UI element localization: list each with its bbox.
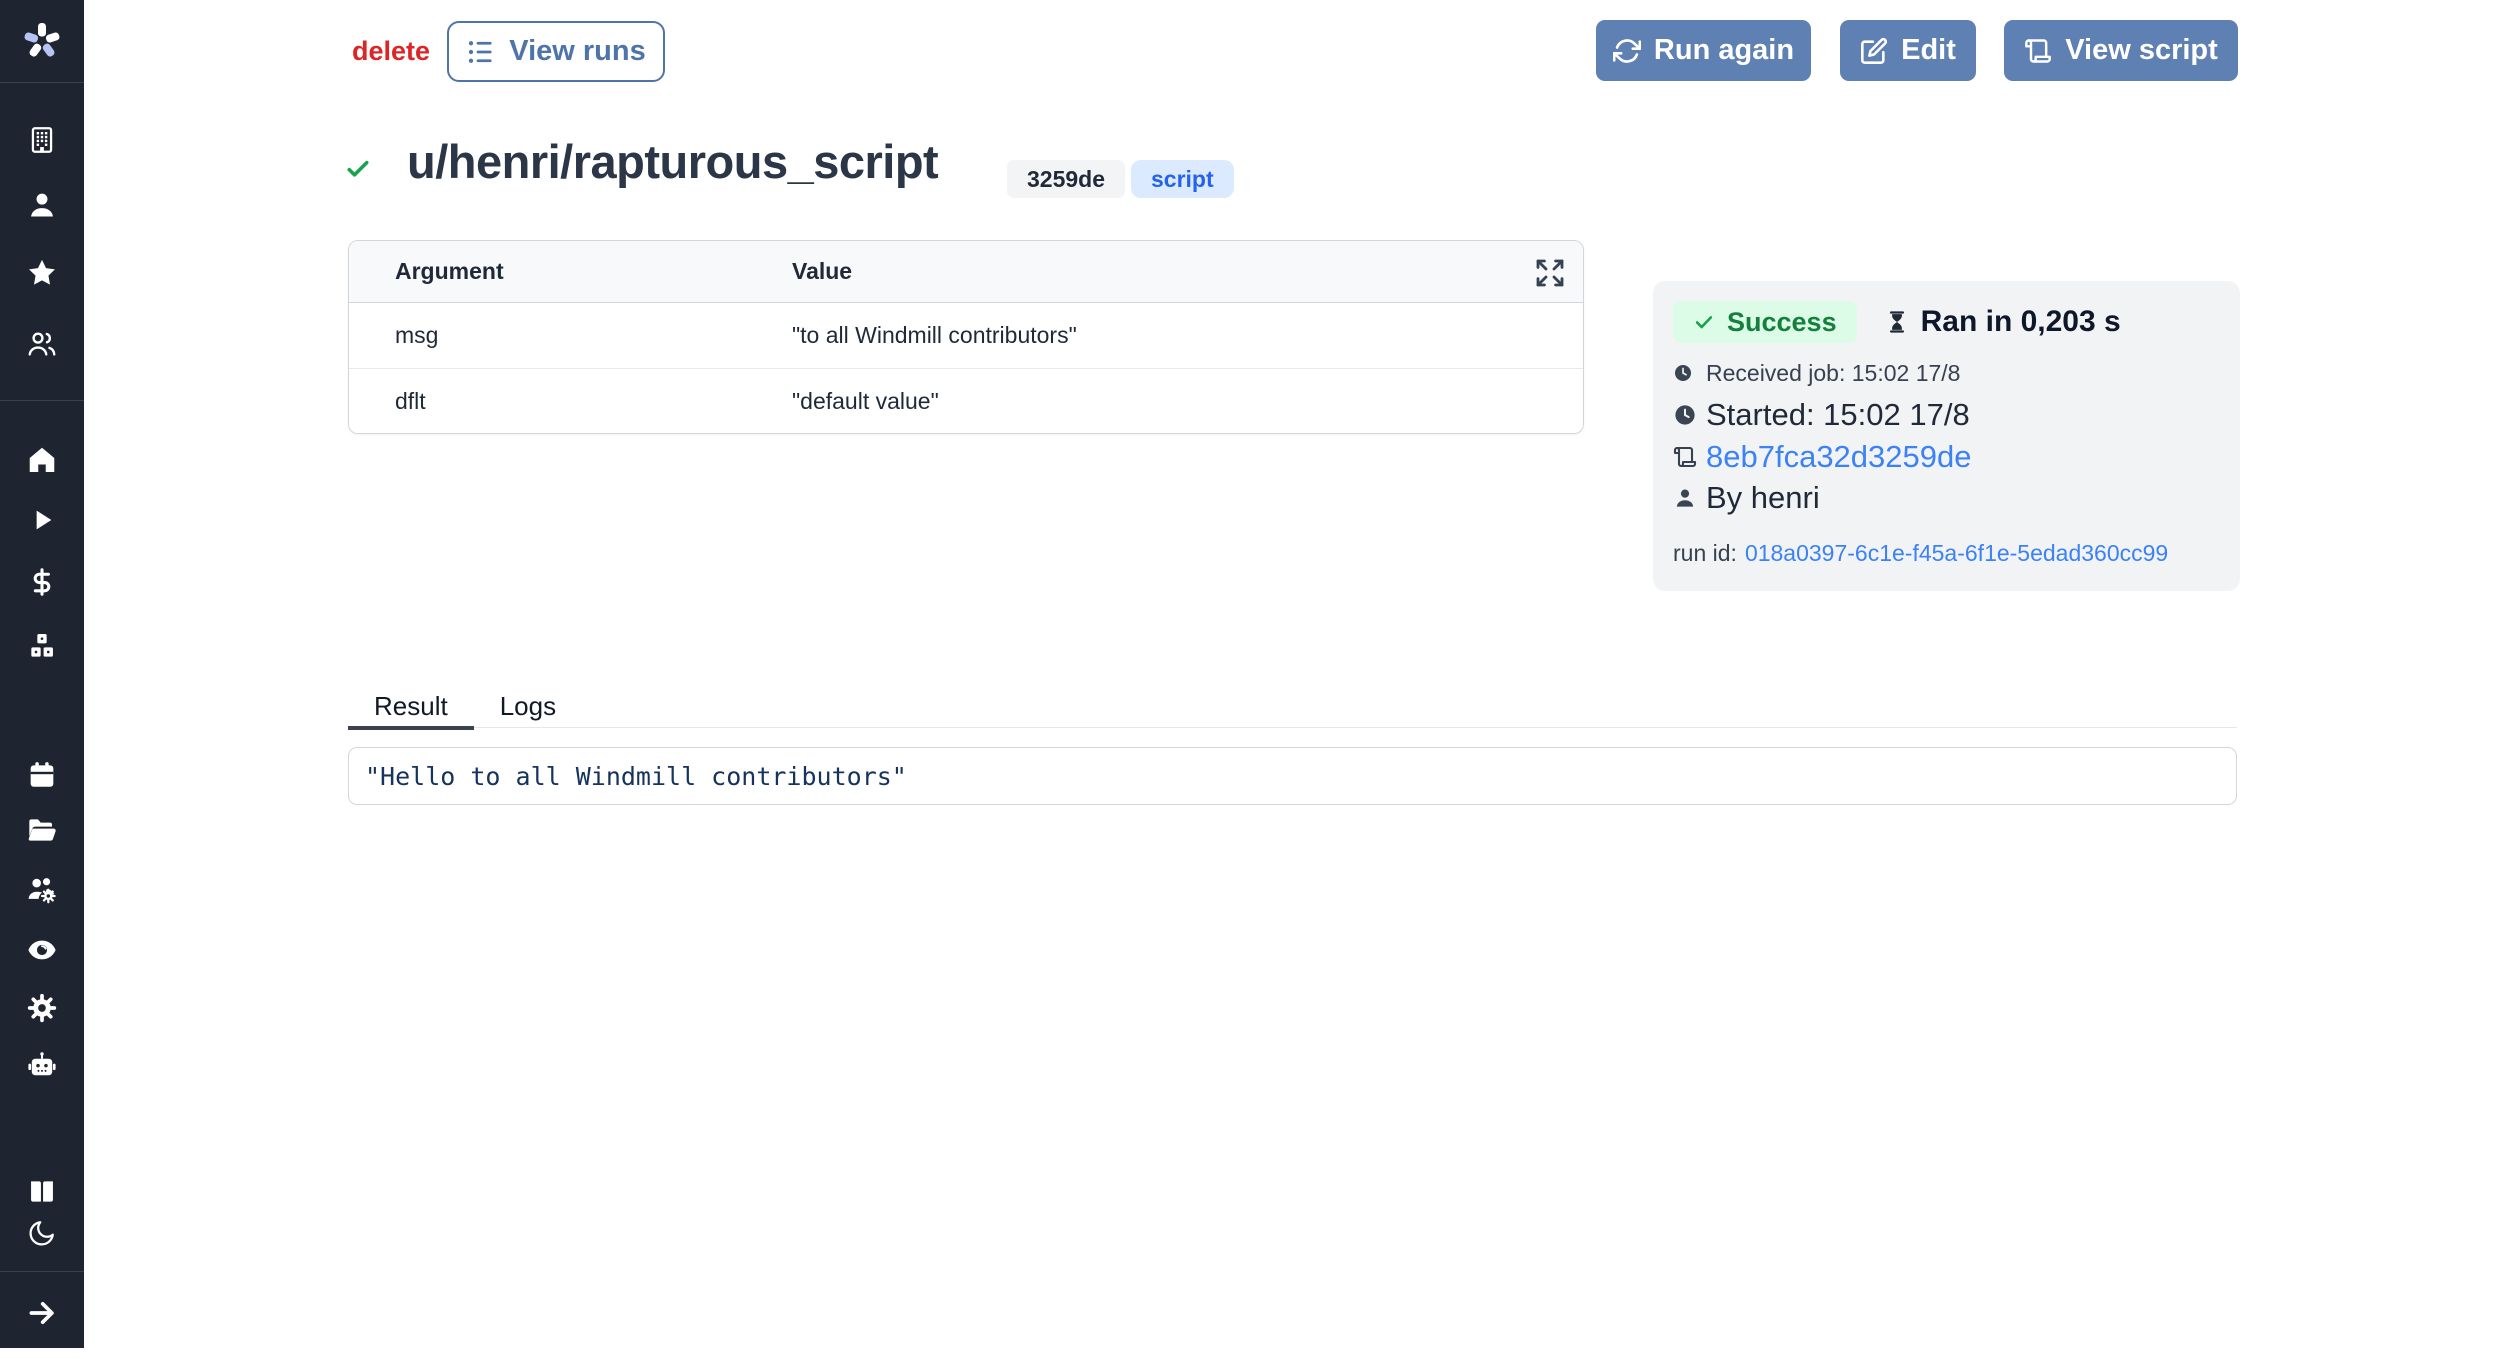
sidebar-item-workspace[interactable]	[0, 116, 84, 164]
expand-icon	[1534, 257, 1566, 289]
result-output-box: "Hello to all Windmill contributors"	[348, 747, 2237, 805]
run-again-button[interactable]: Run again	[1596, 20, 1811, 81]
arguments-table-header: Argument Value	[349, 241, 1583, 303]
windmill-logo[interactable]	[0, 0, 84, 83]
sidebar-item-home[interactable]	[0, 436, 84, 484]
view-runs-label: View runs	[509, 35, 645, 68]
column-value: Value	[746, 258, 1583, 285]
sidebar-item-schedules[interactable]	[0, 751, 84, 799]
view-runs-button[interactable]: View runs	[447, 21, 665, 82]
robot-icon	[25, 1050, 59, 1084]
tab-logs[interactable]: Logs	[474, 684, 582, 728]
run-id-link[interactable]: 018a0397-6c1e-f45a-6f1e-5edad360cc99	[1745, 540, 2168, 567]
run-id-label: run id:	[1673, 540, 1737, 567]
view-script-button[interactable]: View script	[2004, 20, 2238, 81]
building-icon	[26, 124, 58, 156]
arrow-right-icon	[25, 1296, 59, 1330]
windmill-logo-icon	[20, 19, 64, 63]
argument-value: "default value"	[746, 388, 1583, 415]
runtime: Ran in 0,203 s	[1884, 305, 2121, 339]
check-icon	[1693, 311, 1715, 333]
edit-button[interactable]: Edit	[1840, 20, 1976, 81]
delete-button[interactable]: delete	[352, 36, 430, 67]
received-label: Received job: 15:02 17/8	[1706, 360, 1960, 387]
sidebar-item-settings[interactable]	[0, 984, 84, 1032]
folder-open-icon	[26, 814, 58, 846]
user-icon	[26, 189, 58, 221]
sidebar	[0, 0, 84, 1348]
sidebar-item-docs[interactable]	[0, 1167, 84, 1215]
received-row: Received job: 15:02 17/8	[1673, 359, 1960, 387]
refresh-icon	[1613, 37, 1641, 65]
status-label: Success	[1727, 307, 1837, 338]
users-gear-icon	[26, 874, 58, 906]
edit-label: Edit	[1901, 34, 1956, 67]
calendar-icon	[26, 759, 58, 791]
app-root: delete View runs Run again Edit	[0, 0, 2500, 1359]
edit-pencil-icon	[1860, 37, 1888, 65]
job-status-card: Success Ran in 0,203 s Received job: 15:…	[1653, 281, 2240, 591]
success-check-icon	[344, 155, 372, 188]
started-row: Started: 15:02 17/8	[1673, 397, 1970, 433]
users-icon	[26, 328, 58, 360]
script-hash-link[interactable]: 8eb7fca32d3259de	[1706, 439, 1971, 475]
started-label: Started: 15:02 17/8	[1706, 397, 1970, 433]
sidebar-item-runs[interactable]	[0, 496, 84, 544]
status-row: Success Ran in 0,203 s	[1673, 300, 2121, 344]
run-id-row: run id: 018a0397-6c1e-f45a-6f1e-5edad360…	[1673, 539, 2168, 567]
sidebar-item-folders[interactable]	[0, 806, 84, 854]
home-icon	[26, 444, 58, 476]
arguments-table: Argument Value msg "to all Windmill cont…	[348, 240, 1584, 434]
list-icon	[466, 37, 496, 67]
runtime-label: Ran in 0,203 s	[1921, 305, 2121, 339]
sidebar-item-resources[interactable]	[0, 622, 84, 670]
status-badge: Success	[1673, 301, 1857, 343]
run-again-label: Run again	[1654, 34, 1794, 67]
scroll-icon	[1673, 445, 1697, 469]
dollar-icon	[26, 566, 58, 598]
play-icon	[26, 504, 58, 536]
view-script-label: View script	[2065, 34, 2218, 67]
argument-name: msg	[349, 322, 746, 349]
sidebar-item-variables[interactable]	[0, 558, 84, 606]
star-icon	[26, 257, 58, 289]
book-icon	[26, 1175, 58, 1207]
triggered-by-row: By henri	[1673, 480, 1820, 516]
sidebar-divider	[0, 400, 84, 401]
cubes-icon	[26, 630, 58, 662]
eye-icon	[26, 934, 58, 966]
sidebar-item-dark-mode[interactable]	[0, 1209, 84, 1257]
sidebar-divider	[0, 1271, 84, 1272]
column-argument: Argument	[349, 258, 746, 285]
hourglass-icon	[1884, 309, 1910, 335]
result-tabs: Result Logs	[348, 684, 2237, 728]
table-row: dflt "default value"	[349, 368, 1583, 433]
scroll-icon	[2024, 37, 2052, 65]
moon-icon	[27, 1218, 57, 1248]
hash-badge: 3259de	[1007, 160, 1125, 198]
sidebar-item-ai[interactable]	[0, 1043, 84, 1091]
clock-icon	[1673, 363, 1693, 383]
page-title: u/henri/rapturous_script	[407, 134, 938, 189]
clock-icon	[1673, 403, 1697, 427]
expand-table-button[interactable]	[1533, 256, 1567, 290]
result-output-text: "Hello to all Windmill contributors"	[365, 762, 907, 791]
table-row: msg "to all Windmill contributors"	[349, 303, 1583, 368]
sidebar-item-user[interactable]	[0, 181, 84, 229]
person-icon	[1673, 486, 1697, 510]
sidebar-expand-button[interactable]	[0, 1289, 84, 1337]
gear-icon	[25, 991, 59, 1025]
argument-name: dflt	[349, 388, 746, 415]
sidebar-item-workers[interactable]	[0, 866, 84, 914]
sidebar-item-favorites[interactable]	[0, 249, 84, 297]
sidebar-item-audit-logs[interactable]	[0, 926, 84, 974]
script-hash-row: 8eb7fca32d3259de	[1673, 439, 1971, 475]
argument-value: "to all Windmill contributors"	[746, 322, 1583, 349]
sidebar-item-groups[interactable]	[0, 320, 84, 368]
triggered-by-label: By henri	[1706, 480, 1820, 516]
tab-result[interactable]: Result	[348, 684, 474, 728]
script-type-badge: script	[1131, 160, 1234, 198]
